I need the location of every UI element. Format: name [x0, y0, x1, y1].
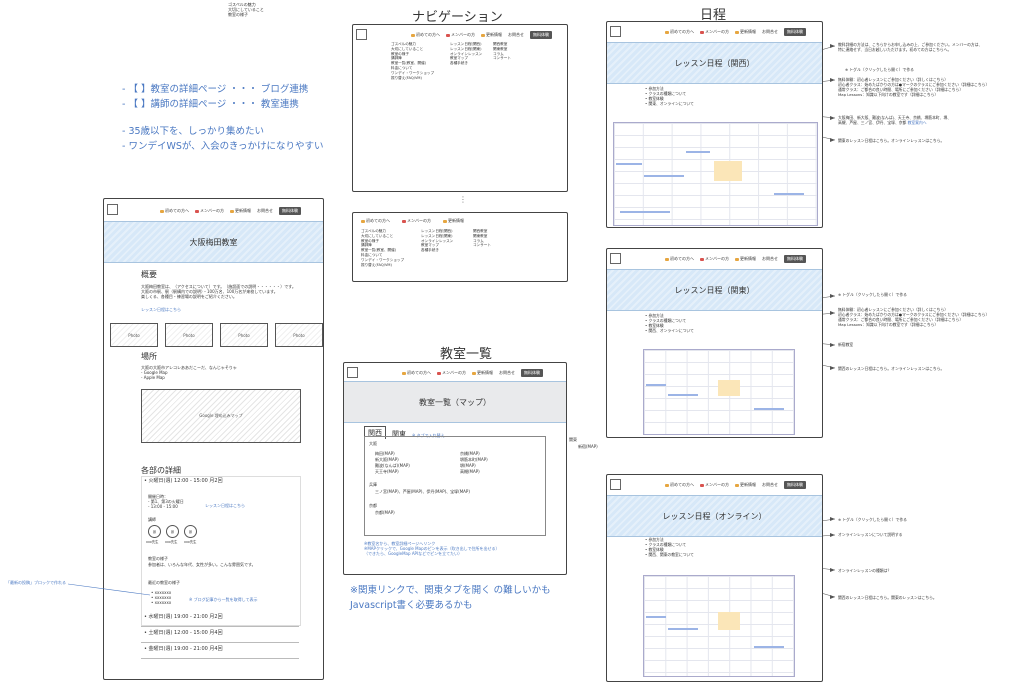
mail-icon — [700, 30, 704, 34]
star-icon — [665, 30, 669, 34]
kanto-annot-1: 無料体験：初心者レッスンにご参加ください（詳しくはこちら） 初心者クラス：始めた… — [838, 307, 989, 327]
nav-label: 初めての方へ — [670, 482, 694, 487]
info-bullets: • 参加方法 • クラスの種類について • 教室体験 • 関西、オンラインについ… — [645, 313, 694, 333]
trial-button[interactable]: 無料体験 — [784, 28, 806, 36]
logo — [610, 479, 621, 490]
side-note-arrow — [67, 583, 151, 596]
nav-first-time[interactable]: 初めての方へ — [665, 256, 694, 262]
online-annot-3: 関西のレッスン日程はこちら。関東のレッスンはこちら。 — [838, 595, 937, 600]
nav-first-time[interactable]: 初めての方へ — [665, 482, 694, 488]
page-hero: レッスン日程（関西） — [607, 42, 822, 84]
navbar: 初めての方へ メンバーの方 更新情報 お問合せ 無料体験 — [665, 255, 806, 263]
navbar: 初めての方へ メンバーの方 更新情報 お問合せ 無料体験 — [665, 481, 806, 489]
lesson-calendar[interactable] — [643, 349, 795, 435]
online-wireframe: 初めての方へ メンバーの方 更新情報 お問合せ 無料体験 レッスン日程（オンライ… — [606, 474, 823, 682]
star-icon — [665, 483, 669, 487]
nav-label: メンバーの方 — [705, 29, 729, 34]
annot-line: 特に連絡せず、当日お越しいただけます。初めての方はこちらへ。 — [838, 47, 952, 52]
nav-contact[interactable]: お問合せ — [762, 256, 778, 262]
nav-contact[interactable]: お問合せ — [762, 29, 778, 35]
toggle-item[interactable]: • 関東、オンラインについて — [645, 101, 694, 106]
classroom-guide-link[interactable]: 教室案内へ — [908, 120, 927, 125]
folder-icon — [735, 483, 739, 487]
mail-icon — [700, 483, 704, 487]
calendar-today — [718, 612, 740, 630]
nav-label: 初めての方へ — [670, 29, 694, 34]
info-bullets: • 参加方法 • クラスの種類について • 教室体験 • 関東、オンラインについ… — [645, 86, 694, 106]
nav-members[interactable]: メンバーの方 — [700, 29, 729, 35]
nav-label: 更新情報 — [740, 256, 756, 261]
calendar-today — [714, 161, 742, 181]
toggle-note: ※ トグル（クリックしたら開く）で作る — [838, 517, 907, 522]
folder-icon — [735, 30, 739, 34]
calendar-event[interactable] — [754, 646, 784, 648]
online-annot-2: オンラインレッスンの種類は？ — [838, 568, 892, 573]
info-bullets: • 参加方法 • クラスの種類について • 教室体験 • 関西、関東の教室につい… — [645, 537, 694, 557]
nav-label: 更新情報 — [740, 29, 756, 34]
kanto-wireframe: 初めての方へ メンバーの方 更新情報 お問合せ 無料体験 レッスン日程（関東） … — [606, 248, 823, 438]
calendar-event[interactable] — [668, 628, 698, 630]
lesson-calendar[interactable] — [613, 122, 818, 226]
kansai-annot-3: 大阪梅田、新大阪、難波(なんば)、天王寺、京橋、堺筋本町、堺、 高槻、芦屋、三ノ… — [838, 115, 951, 125]
toggle-item[interactable]: • 関西、関東の教室について — [645, 552, 694, 557]
trial-button[interactable]: 無料体験 — [784, 255, 806, 263]
kanto-annot-2: 新宿教室 — [838, 342, 854, 347]
page-hero: レッスン日程（関東） — [607, 269, 822, 311]
nav-first-time[interactable]: 初めての方へ — [665, 29, 694, 35]
lesson-calendar[interactable] — [643, 575, 795, 677]
logo — [610, 253, 621, 264]
calendar-event[interactable] — [646, 616, 666, 618]
nav-label: 初めての方へ — [670, 256, 694, 261]
kansai-annot-2: 無料体験：初心者レッスンにご参加ください（詳しくはこちら） 初心者クラス：始めた… — [838, 77, 989, 97]
nav-updates[interactable]: 更新情報 — [735, 256, 756, 262]
annot-line: Map Lessons：知識以下向けの教室です（詳細はこちら） — [838, 322, 939, 327]
annot-line: Map Lessons：知識以下向けの教室です（詳細はこちら） — [838, 92, 939, 97]
annot-line: 高槻、芦屋、三ノ宮、伊丹、宝塚、京都 — [838, 120, 907, 125]
star-icon — [665, 257, 669, 261]
nav-label: メンバーの方 — [705, 256, 729, 261]
logo — [610, 26, 621, 37]
calendar-today — [718, 380, 740, 396]
nav-label: 更新情報 — [740, 482, 756, 487]
navbar: 初めての方へ メンバーの方 更新情報 お問合せ 無料体験 — [665, 28, 806, 36]
calendar-event[interactable] — [686, 151, 710, 153]
nav-members[interactable]: メンバーの方 — [700, 482, 729, 488]
nav-label: メンバーの方 — [705, 482, 729, 487]
toggle-note: ※ トグル（クリックしたら開く）で作る — [845, 67, 914, 72]
kansai-wireframe: 初めての方へ メンバーの方 更新情報 お問合せ 無料体験 レッスン日程（関西） … — [606, 21, 823, 228]
trial-button[interactable]: 無料体験 — [784, 481, 806, 489]
kansai-annot-4: 関東のレッスン日程はこちら。オンラインレッスンはこちら。 — [838, 138, 945, 143]
nav-contact[interactable]: お問合せ — [762, 482, 778, 488]
calendar-event[interactable] — [668, 394, 698, 396]
kansai-annot-1: 教科詳細の方法は、こちらからお申し込みの上、ご参加ください。メンバーの方は、 特… — [838, 42, 982, 52]
online-annot-1: オンラインレッスンについて説明する — [838, 532, 903, 537]
calendar-event[interactable] — [754, 408, 784, 410]
nav-members[interactable]: メンバーの方 — [700, 256, 729, 262]
toggle-item[interactable]: • 関西、オンラインについて — [645, 328, 694, 333]
kanto-annot-3: 関西のレッスン日程はこちら。オンラインレッスンはこちら。 — [838, 366, 945, 371]
calendar-event[interactable] — [644, 175, 684, 177]
toggle-note: ※ トグル（クリックしたら開く）で作る — [838, 292, 907, 297]
calendar-event[interactable] — [616, 163, 642, 165]
calendar-event[interactable] — [620, 211, 670, 213]
nav-updates[interactable]: 更新情報 — [735, 29, 756, 35]
calendar-event[interactable] — [774, 193, 804, 195]
folder-icon — [735, 257, 739, 261]
calendar-event[interactable] — [646, 384, 666, 386]
page-hero: レッスン日程（オンライン） — [607, 495, 822, 537]
nav-updates[interactable]: 更新情報 — [735, 482, 756, 488]
mail-icon — [700, 257, 704, 261]
